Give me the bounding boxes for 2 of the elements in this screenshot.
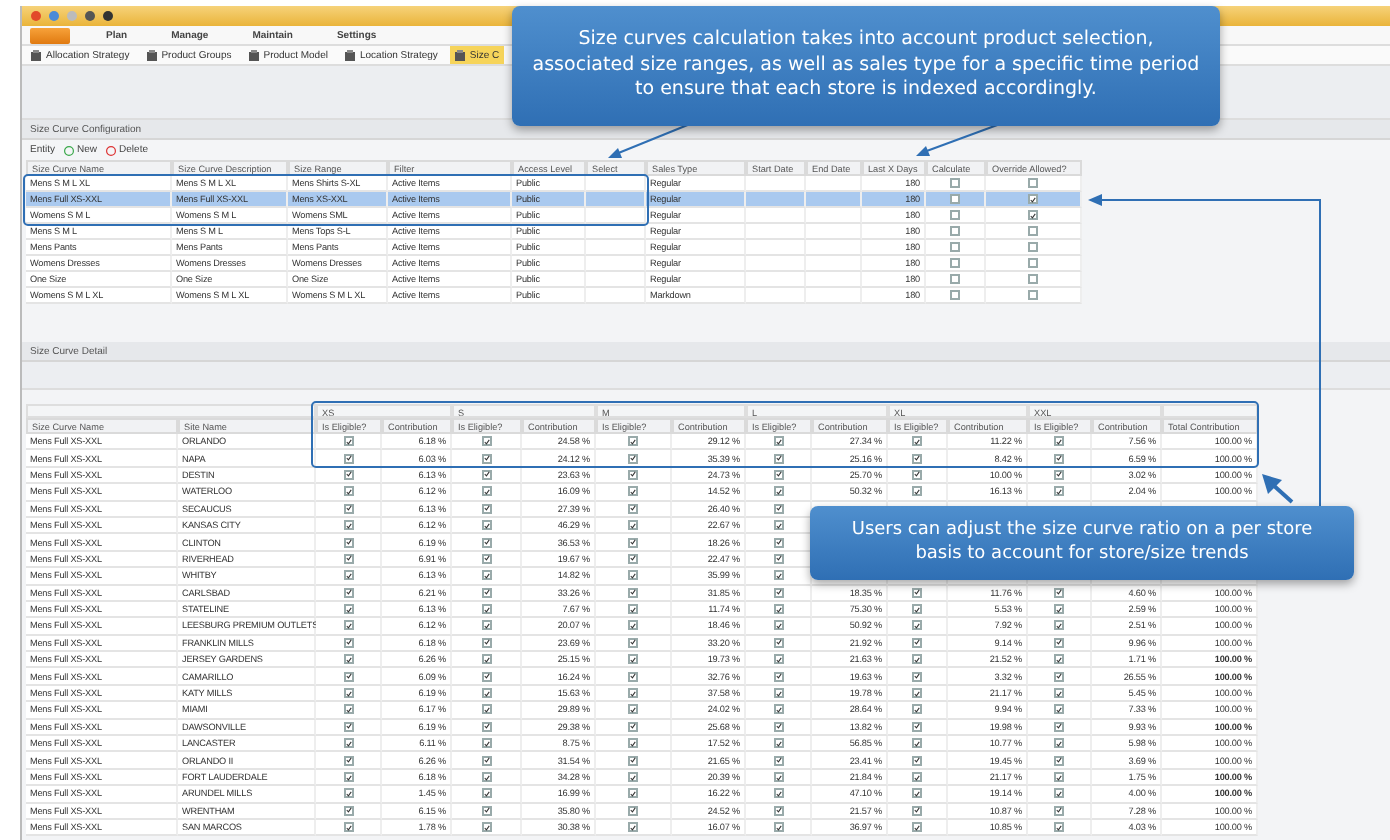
callout: Users can adjust the size curve ratio on a per store basis to account for store/size trends (810, 506, 1354, 580)
callout: Size curves calculation takes into account product selection, associated size ranges, as well as sales type for a specific time period to ensure that each store is indexed accordingly. (512, 6, 1220, 126)
